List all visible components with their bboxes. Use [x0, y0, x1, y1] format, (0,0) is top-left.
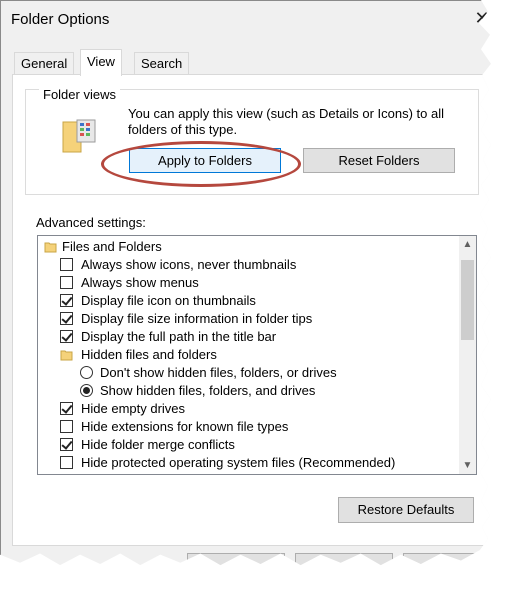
list-item-label: Display file icon on thumbnails — [81, 293, 256, 308]
checkbox[interactable] — [60, 294, 73, 307]
list-item-label: Hide empty drives — [81, 401, 186, 416]
list-item[interactable]: Display the full path in the title bar — [60, 328, 460, 346]
cancel-button[interactable]: Cancel — [295, 553, 393, 566]
ok-button[interactable]: OK — [187, 553, 285, 566]
tab-view[interactable]: View — [80, 49, 122, 76]
folder-icon — [44, 242, 57, 253]
list-item[interactable]: Hide protected operating system files (R… — [60, 454, 460, 472]
list-item-label: Display the full path in the title bar — [81, 329, 277, 344]
apply-button[interactable]: A — [403, 553, 491, 566]
folder-views-description: You can apply this view (such as Details… — [128, 106, 445, 137]
folder-views-legend: Folder views — [39, 87, 120, 102]
checkbox[interactable] — [60, 402, 73, 415]
radio-button[interactable] — [80, 384, 93, 397]
list-item[interactable]: Hide extensions for known file types — [60, 418, 460, 436]
list-item-label: Always show icons, never thumbnails — [81, 257, 297, 272]
chevron-down-icon[interactable]: ▼ — [459, 457, 476, 474]
checkbox[interactable] — [60, 312, 73, 325]
vertical-scrollbar[interactable]: ▲ ▼ — [459, 236, 476, 474]
list-item-label: Show hidden files, folders, and drives — [100, 383, 316, 398]
list-item[interactable]: Display file icon on thumbnails — [60, 292, 460, 310]
list-item-label: Hidden files and folders — [81, 347, 217, 362]
list-item-label: Files and Folders — [62, 239, 162, 254]
restore-defaults-button[interactable]: Restore Defaults — [338, 497, 474, 523]
list-item[interactable]: Show hidden files, folders, and drives — [80, 382, 460, 400]
close-icon[interactable]: ✕ — [471, 7, 491, 29]
list-item-label: Hide protected operating system files (R… — [81, 455, 396, 470]
checkbox[interactable] — [60, 258, 73, 271]
list-item-label: Don't show hidden files, folders, or dri… — [100, 365, 337, 380]
apply-to-folders-button[interactable]: Apply to Folders — [129, 148, 281, 173]
list-item: Files and Folders — [44, 238, 444, 256]
scroll-thumb[interactable] — [461, 260, 474, 340]
folder-icon — [60, 350, 73, 361]
tab-search[interactable]: Search — [134, 52, 190, 75]
checkbox[interactable] — [60, 420, 73, 433]
list-item[interactable]: Display file size information in folder … — [60, 310, 460, 328]
folder-options-window: Folder Options ✕ General View Search Fol… — [0, 0, 491, 566]
folder-views-icon — [61, 118, 97, 157]
list-item[interactable]: Always show menus — [60, 274, 460, 292]
radio-button[interactable] — [80, 366, 93, 379]
list-item-label: Hide extensions for known file types — [81, 419, 289, 434]
checkbox[interactable] — [60, 456, 73, 469]
list-item-label: Display file size information in folder … — [81, 311, 313, 326]
tab-general[interactable]: General — [14, 52, 75, 75]
checkbox[interactable] — [60, 276, 73, 289]
list-item-label: Hide folder merge conflicts — [81, 437, 235, 452]
list-item[interactable]: Hide folder merge conflicts — [60, 436, 460, 454]
list-item[interactable]: Don't show hidden files, folders, or dri… — [80, 364, 460, 382]
list-item[interactable]: Always show icons, never thumbnails — [60, 256, 460, 274]
window-title: Folder Options — [11, 11, 110, 28]
list-item: Hidden files and folders — [60, 346, 460, 364]
reset-folders-button[interactable]: Reset Folders — [303, 148, 455, 173]
chevron-up-icon[interactable]: ▲ — [459, 236, 476, 253]
list-item-label: Always show menus — [81, 275, 199, 290]
advanced-settings-label: Advanced settings: — [36, 215, 146, 230]
advanced-settings-list[interactable]: Files and Folders Always show icons, nev… — [37, 235, 477, 475]
checkbox[interactable] — [60, 330, 73, 343]
list-item[interactable]: Hide empty drives — [60, 400, 460, 418]
checkbox[interactable] — [60, 438, 73, 451]
